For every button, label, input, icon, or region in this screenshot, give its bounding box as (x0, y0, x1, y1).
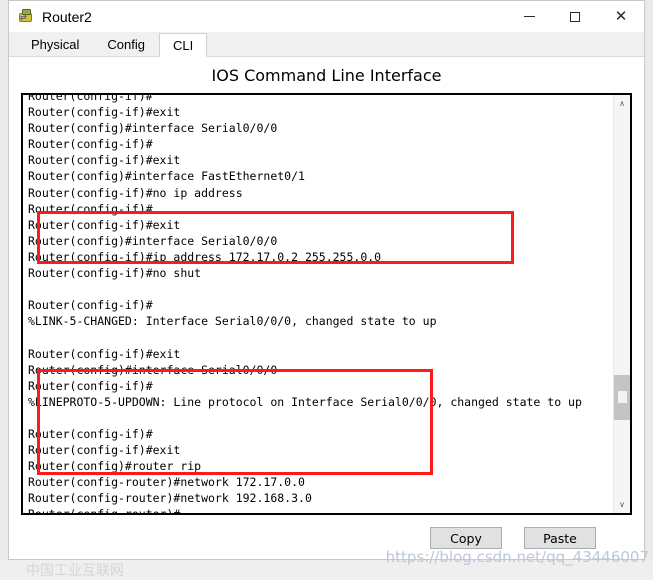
terminal-line: %LINEPROTO-5-UPDOWN: Line protocol on In… (28, 394, 582, 409)
terminal-line: Router(config)#interface Serial0/0/0 (28, 362, 278, 377)
terminal-line: Router(config-router)# (28, 506, 613, 513)
tab-cli[interactable]: CLI (159, 33, 208, 57)
terminal-line: Router(config-if)# (28, 137, 153, 152)
minimize-icon (523, 16, 535, 17)
terminal-line: Router(config)#interface Serial0/0/0 (28, 233, 278, 248)
panel-title: IOS Command Line Interface (211, 66, 442, 85)
device-tabs: Physical Config CLI (9, 32, 644, 57)
terminal-line: Router(config-if)#exit (28, 105, 181, 120)
scrollbar-grip (618, 391, 627, 403)
cli-terminal[interactable]: Router(config-if)# Router(config-if)#exit… (23, 95, 613, 513)
terminal-line: Router(config-router)#network 172.17.0.0 (28, 475, 305, 490)
terminal-line: Router(config-if)#exit (28, 153, 181, 168)
copy-button[interactable]: Copy (430, 527, 502, 549)
terminal-line: Router(config)#interface Serial0/0/0 (28, 121, 278, 136)
terminal-scrollbar[interactable]: ∧ ∨ (613, 95, 630, 513)
minimize-button[interactable] (506, 1, 552, 32)
scroll-up-icon[interactable]: ∧ (614, 95, 630, 112)
terminal-line: Router(config)#interface FastEthernet0/1 (28, 169, 305, 184)
close-icon: ✕ (614, 7, 628, 25)
terminal-line: Router(config-if)# (28, 201, 153, 216)
terminal-line: Router(config-if)#no shut (28, 266, 202, 281)
desktop-edge-right (645, 0, 653, 576)
terminal-line: Router(config-if)#exit (28, 346, 181, 361)
maximize-icon (570, 11, 580, 22)
terminal-line: Router(config-router)#network 192.168.3.… (28, 491, 312, 506)
scroll-down-icon[interactable]: ∨ (614, 496, 630, 513)
cli-panel: IOS Command Line Interface Router(config… (9, 57, 644, 559)
terminal-line: Router(config-if)# (28, 426, 153, 441)
terminal-output: Router(config-if)# Router(config-if)#exit… (28, 95, 613, 513)
desktop-edge-left (0, 0, 8, 576)
terminal-line: Router(config-if)#exit (28, 217, 181, 232)
terminal-button-row: Copy Paste (21, 517, 632, 559)
router-device-window: ⇄ Router2 ✕ Physical Config CLI IOS Comm… (8, 0, 645, 560)
terminal-line: Router(config-if)#exit (28, 443, 181, 458)
scrollbar-thumb[interactable] (614, 375, 630, 420)
tab-config[interactable]: Config (93, 32, 159, 56)
terminal-line: Router(config-if)#ip address 172.17.0.2 … (28, 249, 382, 264)
terminal-line: Router(config)#router rip (28, 459, 202, 474)
tab-physical[interactable]: Physical (17, 32, 94, 56)
terminal-line: Router(config-if)# (28, 298, 153, 313)
router-icon: ⇄ (17, 8, 35, 26)
window-titlebar: ⇄ Router2 ✕ (9, 1, 644, 32)
terminal-line: %LINK-5-CHANGED: Interface Serial0/0/0, … (28, 314, 437, 329)
close-button[interactable]: ✕ (598, 1, 644, 32)
paste-button[interactable]: Paste (524, 527, 596, 549)
desktop-edge-bottom (0, 560, 653, 576)
terminal-line: Router(config-if)#no ip address (28, 185, 243, 200)
terminal-container: Router(config-if)# Router(config-if)#exit… (21, 93, 632, 515)
terminal-line: Router(config-if)# (28, 95, 153, 103)
terminal-line: Router(config-if)# (28, 378, 153, 393)
window-controls: ✕ (506, 1, 644, 32)
maximize-button[interactable] (552, 1, 598, 32)
window-title: Router2 (42, 8, 92, 25)
